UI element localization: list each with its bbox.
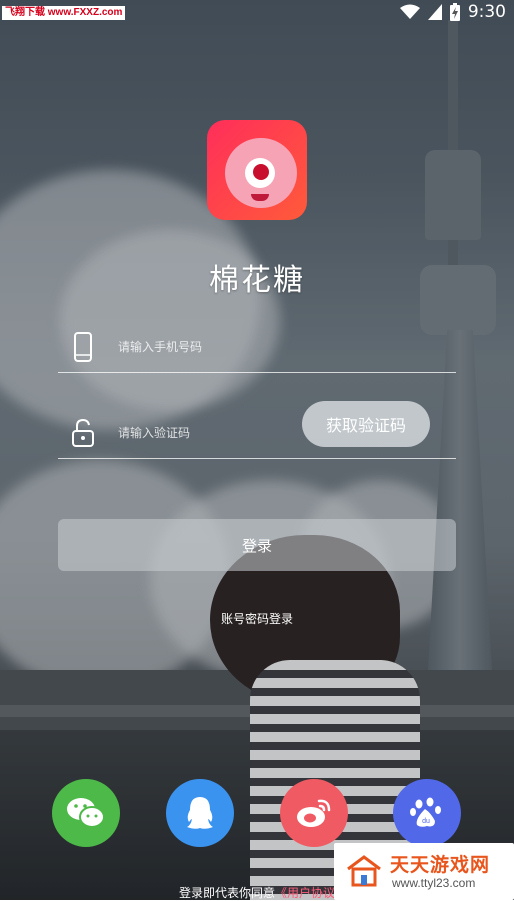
- signal-icon: [427, 4, 442, 20]
- top-watermark: 飞翔下载 www.FXXZ.com: [2, 6, 126, 20]
- weibo-login-button[interactable]: [280, 779, 348, 847]
- house-logo-icon: [347, 855, 381, 887]
- phone-field: [58, 322, 456, 373]
- unlock-icon: [72, 418, 94, 447]
- qq-icon: [187, 797, 213, 829]
- baidu-login-button[interactable]: du: [393, 779, 461, 847]
- agreement-prefix: 登录即代表你同意: [178, 886, 275, 900]
- phone-input[interactable]: [116, 335, 350, 359]
- svg-text:du: du: [422, 818, 430, 825]
- watermark-title: 天天游戏网: [390, 854, 491, 876]
- clock: 9:30: [467, 2, 506, 22]
- wechat-icon: [67, 798, 105, 828]
- qq-login-button[interactable]: [166, 779, 234, 847]
- weibo-icon: [297, 799, 331, 827]
- app-logo: [207, 120, 307, 220]
- battery-charging-icon: [449, 3, 460, 21]
- status-bar: 飞翔下载 www.FXXZ.com 9:30: [0, 0, 514, 26]
- app-name: 棉花糖: [209, 263, 305, 298]
- baidu-icon: du: [410, 797, 441, 827]
- password-login-link[interactable]: 账号密码登录: [0, 610, 514, 627]
- site-watermark: 天天游戏网 www.ttyl23.com: [334, 843, 514, 900]
- wifi-icon: [399, 4, 420, 19]
- watermark-url: www.ttyl23.com: [392, 876, 476, 890]
- phone-icon: [74, 332, 92, 362]
- login-button[interactable]: 登录: [58, 519, 456, 571]
- wechat-login-button[interactable]: [52, 779, 120, 847]
- get-code-button[interactable]: 获取验证码: [302, 401, 430, 447]
- user-agreement-link[interactable]: 《用户协议: [275, 886, 335, 900]
